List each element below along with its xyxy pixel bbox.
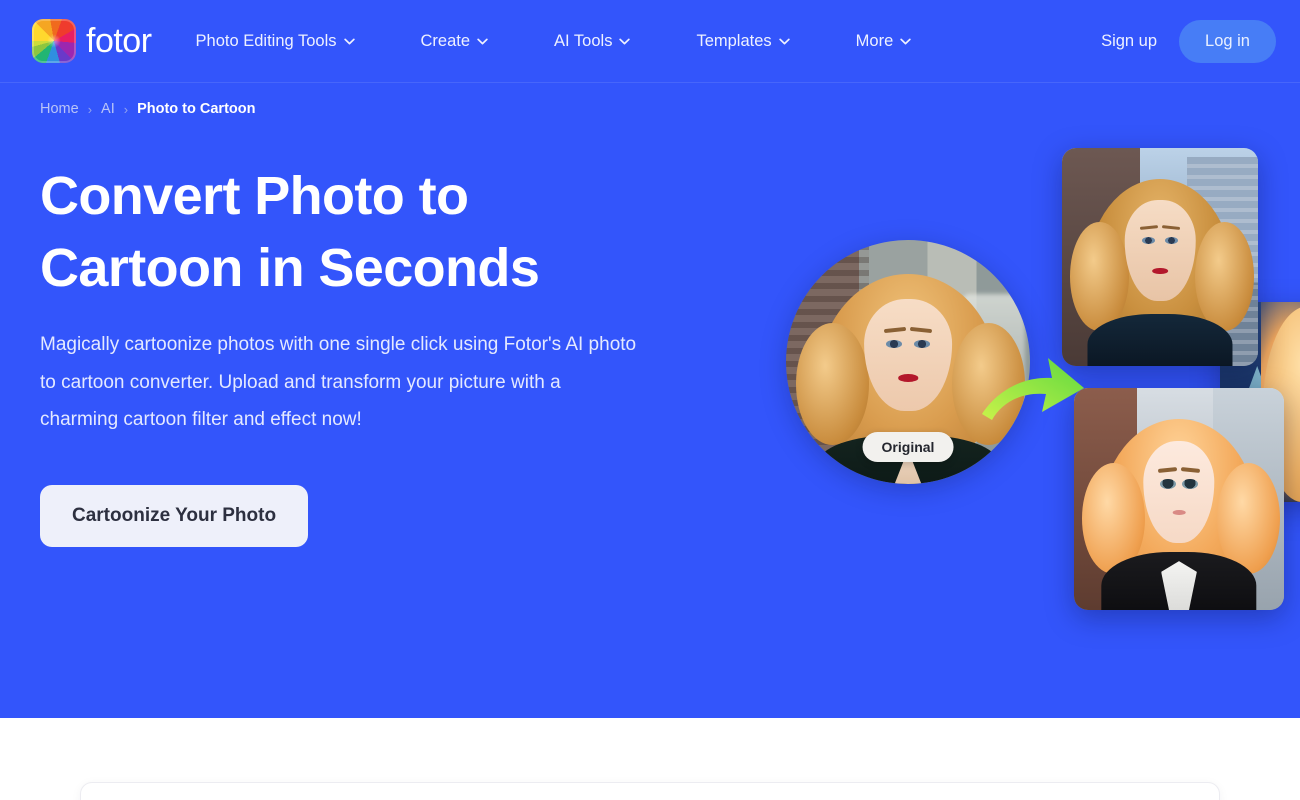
chevron-down-icon [477,38,488,45]
page-root: fotor Photo Editing Tools Create AI Tool… [0,0,1300,800]
original-label-badge: Original [862,432,954,462]
nav-item-photo-editing-tools[interactable]: Photo Editing Tools [196,22,355,61]
logo[interactable]: fotor [32,19,152,63]
main-navigation: Photo Editing Tools Create AI Tools Temp… [196,22,978,61]
breadcrumb-item-ai[interactable]: AI [101,101,115,117]
breadcrumb-separator-icon: › [123,101,129,117]
eye-right [914,340,930,348]
nav-item-ai-tools[interactable]: AI Tools [554,22,631,61]
nav-item-templates[interactable]: Templates [696,22,790,61]
hero-copy: Convert Photo to Cartoon in Seconds Magi… [40,160,680,547]
hair-volume-left [1069,222,1129,332]
hero-description: Magically cartoonize photos with one sin… [40,334,637,430]
faq-accordion-item[interactable] [80,782,1220,800]
comic-portrait [1062,148,1258,366]
nav-item-create[interactable]: Create [421,22,489,61]
lips [898,374,918,382]
lips [1172,510,1186,515]
breadcrumb: Home › AI › Photo to Cartoon [40,101,255,117]
fotor-color-wheel-icon [32,19,76,63]
nav-label: More [855,31,894,50]
portrait-figure [1074,388,1284,610]
site-header: fotor Photo Editing Tools Create AI Tool… [0,0,1300,83]
lips [1152,267,1168,275]
nav-label: Photo Editing Tools [195,31,337,50]
nav-label: Templates [696,31,772,50]
cartoonize-your-photo-button[interactable]: Cartoonize Your Photo [40,484,309,547]
hero-visual: Original [740,120,1300,640]
page-title: Convert Photo to Cartoon in Seconds [40,160,680,304]
chevron-down-icon [778,38,790,45]
page-title-line-1: Convert Photo to [40,166,469,226]
breadcrumb-separator-icon: › [87,101,93,117]
nav-label: Create [420,31,471,50]
hero-section: fotor Photo Editing Tools Create AI Tool… [0,0,1300,718]
portrait-figure [1062,148,1258,366]
page-title-line-2: Cartoon in Seconds [40,238,540,298]
cartoon-result-comic[interactable] [1062,148,1258,366]
logo-text: fotor [86,22,152,60]
header-actions: Sign up Log in [1083,0,1276,83]
hair-volume-left [795,322,869,445]
chevron-down-icon [619,38,631,45]
cartoon-result-anime[interactable] [1074,388,1284,610]
nav-label: AI Tools [554,31,613,50]
nav-item-more[interactable]: More [856,22,912,61]
breadcrumb-item-current: Photo to Cartoon [137,101,256,117]
sign-up-link[interactable]: Sign up [1083,22,1175,61]
eye-left [886,340,902,348]
eye-left [1160,479,1176,490]
chevron-down-icon [343,38,355,45]
anime-portrait [1074,388,1284,610]
log-in-button[interactable]: Log in [1179,20,1276,63]
breadcrumb-item-home[interactable]: Home [40,101,79,117]
clothing [1087,313,1233,366]
curved-arrow-right-icon [978,348,1088,432]
chevron-down-icon [900,38,911,45]
hair-volume-right [1195,222,1255,332]
